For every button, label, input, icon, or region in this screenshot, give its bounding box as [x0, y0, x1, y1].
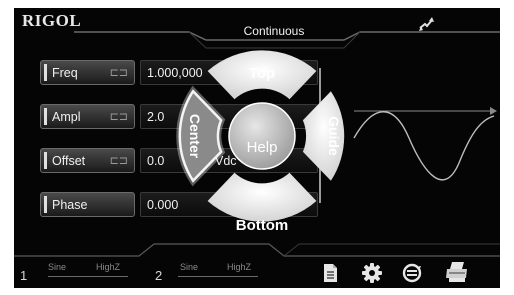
guide-label: Guide	[326, 116, 342, 156]
instrument-screen: RIGOL Continuous Freq ⊏⊐ 1.000,000 Ampl …	[14, 8, 500, 288]
bottom-label: Bottom	[236, 217, 289, 234]
channel-underline	[178, 276, 258, 277]
refresh-icon[interactable]	[401, 262, 423, 284]
channel-load: HighZ	[96, 262, 121, 272]
channel-load: HighZ	[227, 262, 252, 272]
center-label: Center	[187, 114, 203, 159]
channel-2-number: 2	[155, 268, 163, 283]
channel-2-tab[interactable]: Sine HighZ	[164, 254, 270, 282]
channel-wave: Sine	[180, 262, 199, 272]
printer-icon[interactable]	[444, 260, 470, 284]
gear-icon[interactable]	[361, 262, 383, 284]
channel-wave: Sine	[48, 262, 67, 272]
channel-underline	[48, 276, 128, 277]
top-label: Top	[249, 65, 275, 82]
channel-1-tab[interactable]: Sine HighZ	[34, 254, 140, 282]
gesture-menu-labels: Top Bottom Help Center Guide	[187, 65, 342, 234]
channel-1-number: 1	[20, 268, 28, 283]
file-icon[interactable]	[319, 262, 341, 284]
help-label: Help	[247, 139, 278, 156]
